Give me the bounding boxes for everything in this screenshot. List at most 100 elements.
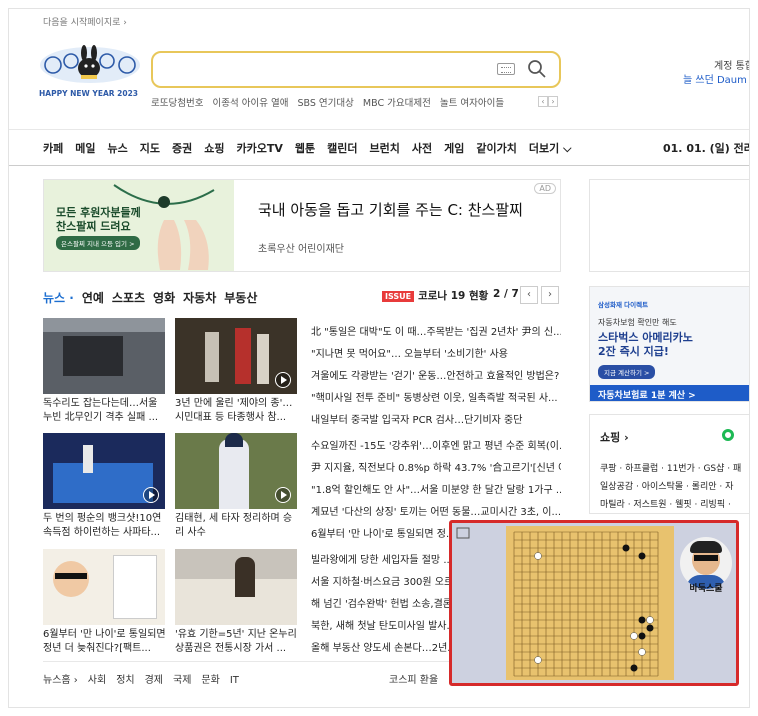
logo-caption: HAPPY NEW YEAR 2023 xyxy=(39,89,139,98)
nav-calendar[interactable]: 캘린더 xyxy=(327,142,357,155)
hot-keyword[interactable]: 놀트 여자아이들 xyxy=(440,98,504,109)
headline[interactable]: 尹 지지율, 직전보다 0.8%p 하락 43.7% '合고르기'[신년 여..… xyxy=(311,459,561,474)
news-caption[interactable]: 두 번의 펑순의 뱅크샷!10연속득점 하이런하는 사파타... xyxy=(43,512,167,540)
headline[interactable]: 北 "통일은 대박"도 이 때…주목받는 '집권 2년차' 尹의 신... xyxy=(311,323,561,338)
side-ad-line4: 2잔 즉시 지급! xyxy=(598,345,669,358)
news-thumbnail[interactable] xyxy=(43,549,165,625)
play-icon xyxy=(275,487,291,503)
nav-dictionary[interactable]: 사전 xyxy=(412,142,432,155)
play-icon xyxy=(143,487,159,503)
news-tabs: 뉴스 · 연예 스포츠 영화 자동차 부동산 xyxy=(43,289,265,306)
shopping-box: 쇼핑 › 쿠팡 · 하프클럽 · 11번가 · GS샵 · 패 일상공감 · 아… xyxy=(589,414,749,514)
market-links[interactable]: 코스피 환율 xyxy=(389,671,438,686)
ad-banner[interactable]: 모든 후원자분들께 찬스팔찌 드려요 은스팔찌 지내 으등 입기 > 국내 아동… xyxy=(43,179,561,272)
ad-title[interactable]: 국내 아동을 돕고 기회를 주는 C: 찬스팔찌 xyxy=(258,200,548,220)
nav-news[interactable]: 뉴스 xyxy=(108,142,128,155)
headline[interactable]: "지나면 못 먹어요"… 오늘부터 '소비기한' 사용 xyxy=(311,345,561,360)
side-ad-brand: 삼성화재 다이렉트 xyxy=(598,301,649,309)
shopping-title[interactable]: 쇼핑 › xyxy=(600,429,629,445)
hot-keywords-nav: ‹ › xyxy=(538,96,558,107)
news-cat-culture[interactable]: 문화 xyxy=(201,675,219,686)
news-thumbnail[interactable] xyxy=(175,433,297,509)
side-ad-slot xyxy=(589,179,749,272)
ad-image-button: 은스팔찌 지내 으등 입기 > xyxy=(56,236,140,250)
nav-more[interactable]: 더보기 ⌵ xyxy=(529,142,572,155)
baduk-pip-video[interactable]: 바둑스쿨 xyxy=(449,520,739,686)
nav-mail[interactable]: 메일 xyxy=(75,142,95,155)
tab-sports[interactable]: 스포츠 xyxy=(112,291,145,305)
side-insurance-ad[interactable]: 삼성화재 다이렉트 자동차보험 확인만 해도 스타벅스 아메리카노 2잔 즉시 … xyxy=(589,286,749,402)
side-ad-footer: 자동차보험료 1분 계산 > xyxy=(590,385,749,401)
tab-car[interactable]: 자동차 xyxy=(183,291,216,305)
shopping-line[interactable]: 일상공감 · 아이스탁몰 · 롤리안 · 자 xyxy=(600,479,733,492)
nav-kakaotv[interactable]: 카카오TV xyxy=(237,142,283,155)
news-thumbnail[interactable] xyxy=(43,318,165,394)
hot-keyword[interactable]: MBC 가요대제전 xyxy=(363,98,431,109)
news-cat-world[interactable]: 국제 xyxy=(173,675,191,686)
search-box[interactable] xyxy=(151,51,561,88)
news-cat-politics[interactable]: 정치 xyxy=(116,675,134,686)
prev-page-button[interactable]: ‹ xyxy=(520,286,538,304)
ad-image: 모든 후원자분들께 찬스팔찌 드려요 은스팔찌 지내 으등 입기 > xyxy=(44,180,234,271)
next-keyword-button[interactable]: › xyxy=(548,96,558,107)
side-ad-line2: 자동차보험 확인만 해도 xyxy=(598,318,677,327)
shopping-brand-icon xyxy=(722,429,734,441)
tab-realestate[interactable]: 부동산 xyxy=(224,291,257,305)
nav-game[interactable]: 게임 xyxy=(444,142,464,155)
nav-stock[interactable]: 증권 xyxy=(172,142,192,155)
date-weather[interactable]: 01. 01. (일) 전라 xyxy=(663,140,749,156)
hot-keyword[interactable]: SBS 연기대상 xyxy=(297,98,353,109)
headline[interactable]: 계묘년 '다산의 상징' 토끼는 어떤 동물…교미시간 3초, 이... xyxy=(311,503,561,518)
headline[interactable]: "핵미사일 전투 준비" 동병상련 이웃, 일촉즉발 적국된 사... xyxy=(311,389,561,404)
news-cat-it[interactable]: IT xyxy=(230,675,239,686)
pip-label: 바둑스쿨 xyxy=(689,584,723,594)
issue-text: 코로나 19 현황 xyxy=(418,290,489,302)
news-caption[interactable]: 6월부터 '만 나이'로 통일되면 정년 더 늦춰진다?[팩트... xyxy=(43,628,167,656)
headline[interactable]: 겨울에도 각광받는 '걷기' 운동…안전하고 효율적인 방법은? xyxy=(311,367,561,382)
news-thumbnail[interactable] xyxy=(43,433,165,509)
nav-brunch[interactable]: 브런치 xyxy=(370,142,400,155)
news-caption[interactable]: 김태현, 세 타자 정리하며 승리 사수 xyxy=(175,512,299,540)
nav-shopping[interactable]: 쇼핑 xyxy=(204,142,224,155)
pip-expand-icon[interactable] xyxy=(456,527,470,539)
header-divider xyxy=(9,129,749,130)
news-footer-nav: 뉴스홈 › 사회 정치 경제 국제 문화 IT xyxy=(43,671,249,686)
tab-movie[interactable]: 영화 xyxy=(153,291,175,305)
shopping-line[interactable]: 쿠팡 · 하프클럽 · 11번가 · GS샵 · 패 xyxy=(600,461,741,474)
side-ad-button: 지금 계산하기 > xyxy=(598,365,656,379)
hot-keyword[interactable]: 로또당첨번호 xyxy=(151,98,203,109)
headline[interactable]: 내일부터 중국발 입국자 PCR 검사…단기비자 중단 xyxy=(311,411,561,426)
set-startpage-link[interactable]: 다음을 시작페이지로 › xyxy=(43,15,127,28)
nav-together[interactable]: 같이가치 xyxy=(476,142,516,155)
go-board xyxy=(506,526,674,680)
next-page-button[interactable]: › xyxy=(541,286,559,304)
news-thumbnail[interactable] xyxy=(175,318,297,394)
news-cat-economy[interactable]: 경제 xyxy=(145,675,163,686)
hot-keywords: 로또당첨번호 이종석 아이유 열애 SBS 연기대상 MBC 가요대제전 놀트 … xyxy=(151,95,510,109)
news-caption[interactable]: 3년 만에 울린 '제야의 종'… 시민대표 등 타종행사 참... xyxy=(175,397,299,425)
account-login-link[interactable]: 늘 쓰던 Daum 계정 xyxy=(683,71,749,86)
keyboard-icon[interactable] xyxy=(497,63,515,75)
daum-portal-page: 다음을 시작페이지로 › HAPPY NEW YEAR 2023 로또당첨번호 … xyxy=(8,8,750,708)
news-caption[interactable]: '유효 기한=5년' 지난 온누리 상품권은 전통시장 가서 ... xyxy=(175,628,299,656)
nav-webtoon[interactable]: 웹툰 xyxy=(295,142,315,155)
news-cat-society[interactable]: 사회 xyxy=(88,675,106,686)
news-caption[interactable]: 독수리도 잡는다는데…서울 누빈 北무인기 격추 실패 ... xyxy=(43,397,167,425)
news-pager: 2 / 7 xyxy=(493,288,519,300)
nav-map[interactable]: 지도 xyxy=(140,142,160,155)
headline[interactable]: "1.8억 할인해도 안 사"…서울 미분양 한 달간 달랑 1가구 ... xyxy=(311,481,561,496)
headline[interactable]: 수요일까진 -15도 '강추위'…이후엔 맑고 평년 수준 회복(이... xyxy=(311,437,561,452)
search-input[interactable] xyxy=(163,59,483,79)
tab-entertainment[interactable]: 연예 xyxy=(82,291,104,305)
hot-keyword[interactable]: 이종석 아이유 열애 xyxy=(212,98,288,109)
ad-image-text-2: 찬스팔찌 드려요 xyxy=(56,220,131,233)
search-icon[interactable] xyxy=(527,59,547,79)
news-thumbnail[interactable] xyxy=(175,549,297,625)
issue-link[interactable]: ISSUE 코로나 19 현황 xyxy=(382,288,488,303)
tab-news[interactable]: 뉴스 · xyxy=(43,291,74,305)
shopping-line[interactable]: 마틸라 · 저스트원 · 웰핏 · 리빙픽 · xyxy=(600,497,731,510)
daum-newyear-logo[interactable]: HAPPY NEW YEAR 2023 xyxy=(37,43,143,101)
news-home-link[interactable]: 뉴스홈 › xyxy=(43,675,78,686)
nav-cafe[interactable]: 카페 xyxy=(43,142,63,155)
prev-keyword-button[interactable]: ‹ xyxy=(538,96,548,107)
